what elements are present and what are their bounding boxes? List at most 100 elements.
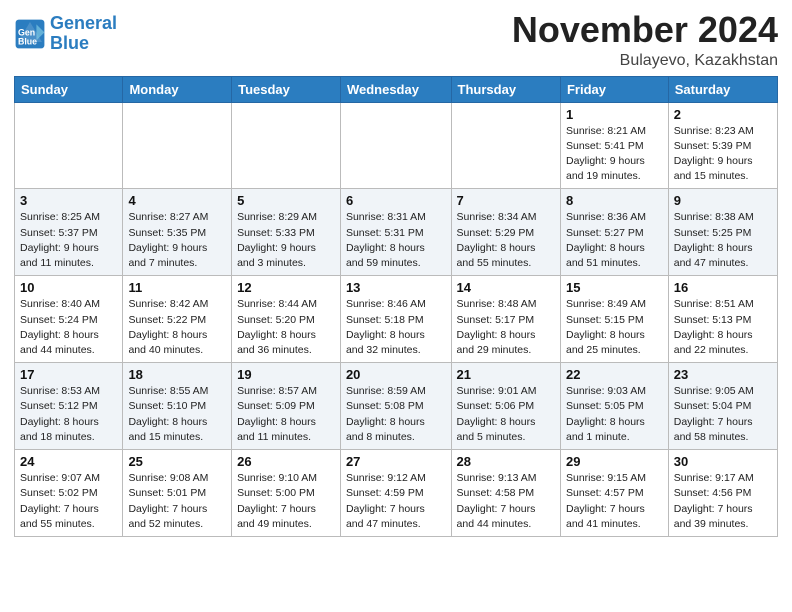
svg-text:Blue: Blue bbox=[18, 36, 37, 46]
table-row: 18 Sunrise: 8:55 AM Sunset: 5:10 PM Dayli… bbox=[123, 363, 232, 450]
table-row: 29 Sunrise: 9:15 AM Sunset: 4:57 PM Dayli… bbox=[560, 450, 668, 537]
day-number: 5 bbox=[237, 193, 335, 208]
logo-text: General Blue bbox=[50, 14, 117, 54]
day-info: Sunrise: 8:48 AM Sunset: 5:17 PM Dayligh… bbox=[457, 297, 555, 358]
day-number: 20 bbox=[346, 367, 446, 382]
location: Bulayevo, Kazakhstan bbox=[512, 52, 778, 70]
day-info: Sunrise: 8:55 AM Sunset: 5:10 PM Dayligh… bbox=[128, 384, 226, 445]
day-number: 3 bbox=[20, 193, 117, 208]
day-info: Sunrise: 9:10 AM Sunset: 5:00 PM Dayligh… bbox=[237, 471, 335, 532]
table-row: 27 Sunrise: 9:12 AM Sunset: 4:59 PM Dayli… bbox=[340, 450, 451, 537]
day-info: Sunrise: 8:59 AM Sunset: 5:08 PM Dayligh… bbox=[346, 384, 446, 445]
logo-line1: General bbox=[50, 13, 117, 33]
table-row: 28Sunrise: 9:13 AM Sunset: 4:58 PM Dayli… bbox=[451, 450, 560, 537]
day-info: Sunrise: 9:13 AM Sunset: 4:58 PM Dayligh… bbox=[457, 471, 555, 532]
day-info: Sunrise: 9:05 AM Sunset: 5:04 PM Dayligh… bbox=[674, 384, 772, 445]
col-tuesday: Tuesday bbox=[232, 76, 341, 102]
day-info: Sunrise: 8:27 AM Sunset: 5:35 PM Dayligh… bbox=[128, 210, 226, 271]
day-number: 18 bbox=[128, 367, 226, 382]
day-number: 21 bbox=[457, 367, 555, 382]
calendar-week-row: 10 Sunrise: 8:40 AM Sunset: 5:24 PM Dayli… bbox=[15, 276, 778, 363]
day-number: 4 bbox=[128, 193, 226, 208]
day-number: 15 bbox=[566, 280, 663, 295]
table-row: 7 Sunrise: 8:34 AM Sunset: 5:29 PM Daylig… bbox=[451, 189, 560, 276]
day-info: Sunrise: 9:17 AM Sunset: 4:56 PM Dayligh… bbox=[674, 471, 772, 532]
table-row: 13 Sunrise: 8:46 AM Sunset: 5:18 PM Dayli… bbox=[340, 276, 451, 363]
table-row: 16Sunrise: 8:51 AM Sunset: 5:13 PM Dayli… bbox=[668, 276, 777, 363]
table-row: 20 Sunrise: 8:59 AM Sunset: 5:08 PM Dayli… bbox=[340, 363, 451, 450]
day-info: Sunrise: 8:29 AM Sunset: 5:33 PM Dayligh… bbox=[237, 210, 335, 271]
logo-line2: Blue bbox=[50, 33, 89, 53]
table-row bbox=[340, 102, 451, 189]
table-row: 2Sunrise: 8:23 AM Sunset: 5:39 PM Daylig… bbox=[668, 102, 777, 189]
table-row bbox=[15, 102, 123, 189]
day-number: 22 bbox=[566, 367, 663, 382]
day-info: Sunrise: 9:15 AM Sunset: 4:57 PM Dayligh… bbox=[566, 471, 663, 532]
calendar-week-row: 1Sunrise: 8:21 AM Sunset: 5:41 PM Daylig… bbox=[15, 102, 778, 189]
table-row: 11 Sunrise: 8:42 AM Sunset: 5:22 PM Dayli… bbox=[123, 276, 232, 363]
day-number: 19 bbox=[237, 367, 335, 382]
day-number: 26 bbox=[237, 454, 335, 469]
day-info: Sunrise: 8:40 AM Sunset: 5:24 PM Dayligh… bbox=[20, 297, 117, 358]
table-row: 4 Sunrise: 8:27 AM Sunset: 5:35 PM Daylig… bbox=[123, 189, 232, 276]
col-saturday: Saturday bbox=[668, 76, 777, 102]
day-info: Sunrise: 8:34 AM Sunset: 5:29 PM Dayligh… bbox=[457, 210, 555, 271]
header: Gen Blue General Blue November 2024 Bula… bbox=[14, 10, 778, 70]
day-number: 7 bbox=[457, 193, 555, 208]
table-row: 5 Sunrise: 8:29 AM Sunset: 5:33 PM Daylig… bbox=[232, 189, 341, 276]
logo: Gen Blue General Blue bbox=[14, 14, 117, 54]
day-info: Sunrise: 8:57 AM Sunset: 5:09 PM Dayligh… bbox=[237, 384, 335, 445]
day-number: 11 bbox=[128, 280, 226, 295]
day-info: Sunrise: 8:46 AM Sunset: 5:18 PM Dayligh… bbox=[346, 297, 446, 358]
calendar-week-row: 3 Sunrise: 8:25 AM Sunset: 5:37 PM Daylig… bbox=[15, 189, 778, 276]
day-info: Sunrise: 9:07 AM Sunset: 5:02 PM Dayligh… bbox=[20, 471, 117, 532]
day-number: 30 bbox=[674, 454, 772, 469]
table-row: 8Sunrise: 8:36 AM Sunset: 5:27 PM Daylig… bbox=[560, 189, 668, 276]
day-number: 8 bbox=[566, 193, 663, 208]
day-number: 29 bbox=[566, 454, 663, 469]
day-info: Sunrise: 8:49 AM Sunset: 5:15 PM Dayligh… bbox=[566, 297, 663, 358]
col-friday: Friday bbox=[560, 76, 668, 102]
table-row bbox=[451, 102, 560, 189]
day-info: Sunrise: 9:12 AM Sunset: 4:59 PM Dayligh… bbox=[346, 471, 446, 532]
col-monday: Monday bbox=[123, 76, 232, 102]
table-row bbox=[123, 102, 232, 189]
day-number: 2 bbox=[674, 107, 772, 122]
month-title: November 2024 bbox=[512, 10, 778, 50]
logo-icon: Gen Blue bbox=[14, 18, 46, 50]
day-number: 17 bbox=[20, 367, 117, 382]
day-number: 6 bbox=[346, 193, 446, 208]
day-info: Sunrise: 9:08 AM Sunset: 5:01 PM Dayligh… bbox=[128, 471, 226, 532]
day-info: Sunrise: 8:31 AM Sunset: 5:31 PM Dayligh… bbox=[346, 210, 446, 271]
day-info: Sunrise: 9:03 AM Sunset: 5:05 PM Dayligh… bbox=[566, 384, 663, 445]
day-number: 9 bbox=[674, 193, 772, 208]
day-number: 14 bbox=[457, 280, 555, 295]
day-number: 25 bbox=[128, 454, 226, 469]
day-info: Sunrise: 8:51 AM Sunset: 5:13 PM Dayligh… bbox=[674, 297, 772, 358]
table-row: 10 Sunrise: 8:40 AM Sunset: 5:24 PM Dayli… bbox=[15, 276, 123, 363]
day-number: 13 bbox=[346, 280, 446, 295]
table-row: 1Sunrise: 8:21 AM Sunset: 5:41 PM Daylig… bbox=[560, 102, 668, 189]
day-info: Sunrise: 8:53 AM Sunset: 5:12 PM Dayligh… bbox=[20, 384, 117, 445]
table-row: 25 Sunrise: 9:08 AM Sunset: 5:01 PM Dayli… bbox=[123, 450, 232, 537]
calendar-header-row: Sunday Monday Tuesday Wednesday Thursday… bbox=[15, 76, 778, 102]
table-row: 9Sunrise: 8:38 AM Sunset: 5:25 PM Daylig… bbox=[668, 189, 777, 276]
calendar-week-row: 17 Sunrise: 8:53 AM Sunset: 5:12 PM Dayli… bbox=[15, 363, 778, 450]
day-number: 10 bbox=[20, 280, 117, 295]
day-info: Sunrise: 8:42 AM Sunset: 5:22 PM Dayligh… bbox=[128, 297, 226, 358]
day-info: Sunrise: 8:21 AM Sunset: 5:41 PM Dayligh… bbox=[566, 124, 663, 185]
table-row: 6 Sunrise: 8:31 AM Sunset: 5:31 PM Daylig… bbox=[340, 189, 451, 276]
col-thursday: Thursday bbox=[451, 76, 560, 102]
table-row: 26 Sunrise: 9:10 AM Sunset: 5:00 PM Dayli… bbox=[232, 450, 341, 537]
table-row: 17 Sunrise: 8:53 AM Sunset: 5:12 PM Dayli… bbox=[15, 363, 123, 450]
calendar-week-row: 24 Sunrise: 9:07 AM Sunset: 5:02 PM Dayli… bbox=[15, 450, 778, 537]
table-row bbox=[232, 102, 341, 189]
day-number: 27 bbox=[346, 454, 446, 469]
calendar-table: Sunday Monday Tuesday Wednesday Thursday… bbox=[14, 76, 778, 537]
table-row: 30 Sunrise: 9:17 AM Sunset: 4:56 PM Dayli… bbox=[668, 450, 777, 537]
day-info: Sunrise: 8:25 AM Sunset: 5:37 PM Dayligh… bbox=[20, 210, 117, 271]
day-number: 24 bbox=[20, 454, 117, 469]
table-row: 21Sunrise: 9:01 AM Sunset: 5:06 PM Dayli… bbox=[451, 363, 560, 450]
table-row: 3 Sunrise: 8:25 AM Sunset: 5:37 PM Daylig… bbox=[15, 189, 123, 276]
calendar-body: 1Sunrise: 8:21 AM Sunset: 5:41 PM Daylig… bbox=[15, 102, 778, 536]
